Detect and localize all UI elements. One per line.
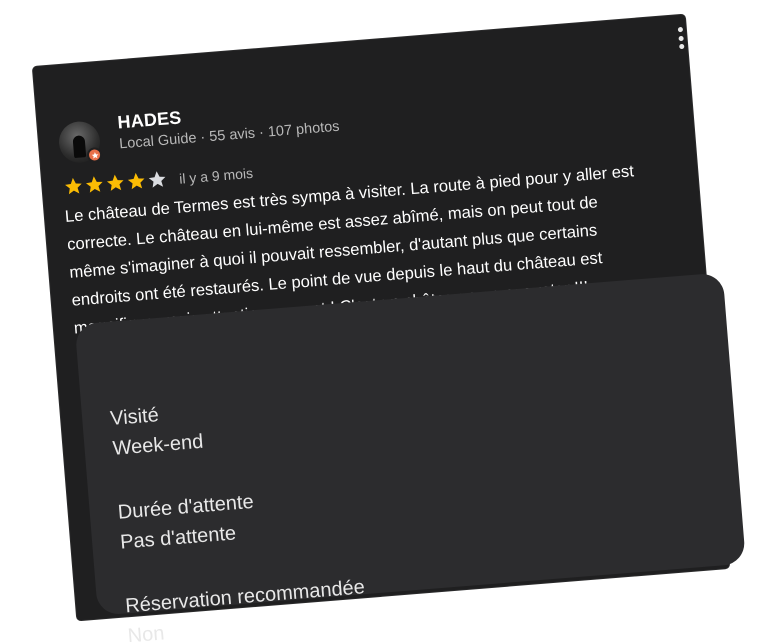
star-rating bbox=[63, 169, 168, 197]
more-options-button[interactable] bbox=[672, 24, 690, 51]
more-vert-icon bbox=[677, 26, 683, 33]
review-card: HADES Local Guide · 55 avis · 107 photos… bbox=[32, 14, 746, 642]
detail-wait-time: Durée d'attente Pas d'attente bbox=[117, 487, 258, 558]
star-filled-icon bbox=[85, 176, 103, 193]
visit-details-panel: Visité Week-end Durée d'attente Pas d'at… bbox=[74, 272, 746, 642]
star-filled-icon bbox=[106, 174, 124, 191]
star-icon bbox=[91, 151, 98, 159]
detail-visited: Visité Week-end bbox=[109, 397, 204, 464]
avatar[interactable] bbox=[57, 120, 103, 165]
detail-reservation: Réservation recommandée Non bbox=[124, 572, 368, 642]
detail-value: Week-end bbox=[111, 430, 205, 460]
castle-silhouette-avatar bbox=[72, 135, 87, 159]
star-filled-icon bbox=[65, 177, 82, 195]
more-vert-icon bbox=[678, 43, 684, 50]
screenshot-stage: HADES Local Guide · 55 avis · 107 photos… bbox=[0, 0, 758, 642]
review-time: il y a 9 mois bbox=[178, 164, 254, 187]
author-name[interactable]: HADES bbox=[117, 107, 182, 133]
more-vert-icon bbox=[677, 35, 684, 41]
star-filled-icon bbox=[127, 172, 145, 190]
local-guide-star-badge bbox=[86, 146, 103, 164]
star-empty-icon bbox=[148, 171, 166, 188]
